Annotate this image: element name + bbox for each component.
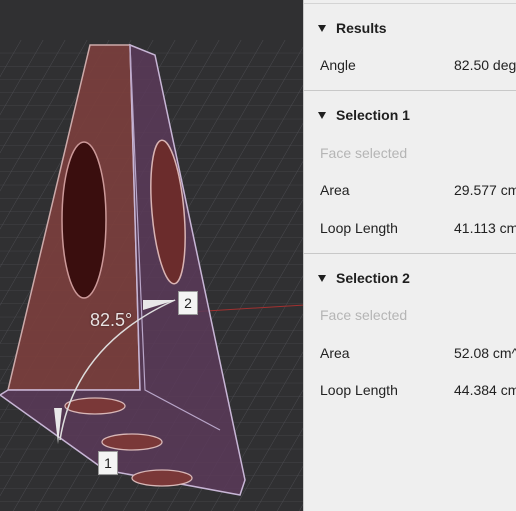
results-section-header[interactable]: Results [304, 17, 516, 39]
bottom-hole-3 [131, 469, 193, 487]
area-label: Area [320, 182, 350, 198]
selection1-section-header[interactable]: Selection 1 [304, 104, 516, 126]
loop-length-label: Loop Length [320, 220, 398, 236]
bottom-hole-1 [64, 397, 126, 415]
selection1-loop-row: Loop Length 41.113 cm [304, 217, 516, 239]
loop-length-label: Loop Length [320, 382, 398, 398]
angle-value: 82.50 deg [454, 57, 516, 73]
model-canvas[interactable] [0, 0, 305, 511]
3d-viewport[interactable]: 82.5° 1 2 [0, 0, 305, 511]
area-value: 52.08 cm^ [454, 345, 516, 361]
results-title: Results [336, 20, 387, 36]
section-divider [304, 253, 516, 254]
selection1-title: Selection 1 [336, 107, 410, 123]
selection2-status: Face selected [320, 307, 408, 323]
area-value: 29.577 cm [454, 182, 516, 198]
area-label: Area [320, 345, 350, 361]
collapse-caret-icon[interactable] [318, 24, 326, 32]
loop-length-value: 41.113 cm [454, 220, 516, 236]
angle-annotation: 82.5° [90, 310, 133, 330]
angle-label: Angle [320, 57, 356, 73]
selection2-section-header[interactable]: Selection 2 [304, 267, 516, 289]
selection-marker-1[interactable]: 1 [98, 451, 118, 475]
selection1-area-row: Area 29.577 cm [304, 179, 516, 201]
selection-marker-2[interactable]: 2 [178, 291, 198, 315]
selection1-status: Face selected [320, 145, 408, 161]
section-divider [304, 90, 516, 91]
selection2-area-row: Area 52.08 cm^ [304, 342, 516, 364]
panel-top-divider [304, 3, 516, 4]
selection2-title: Selection 2 [336, 270, 410, 286]
bottom-hole-2 [101, 433, 163, 451]
collapse-caret-icon[interactable] [318, 111, 326, 119]
left-hole [61, 141, 107, 299]
selection2-loop-row: Loop Length 44.384 cm [304, 379, 516, 401]
loop-length-value: 44.384 cm [454, 382, 516, 398]
collapse-caret-icon[interactable] [318, 274, 326, 282]
angle-row: Angle 82.50 deg [304, 54, 516, 76]
measure-results-panel: Results Angle 82.50 deg Selection 1 Face… [303, 0, 516, 511]
